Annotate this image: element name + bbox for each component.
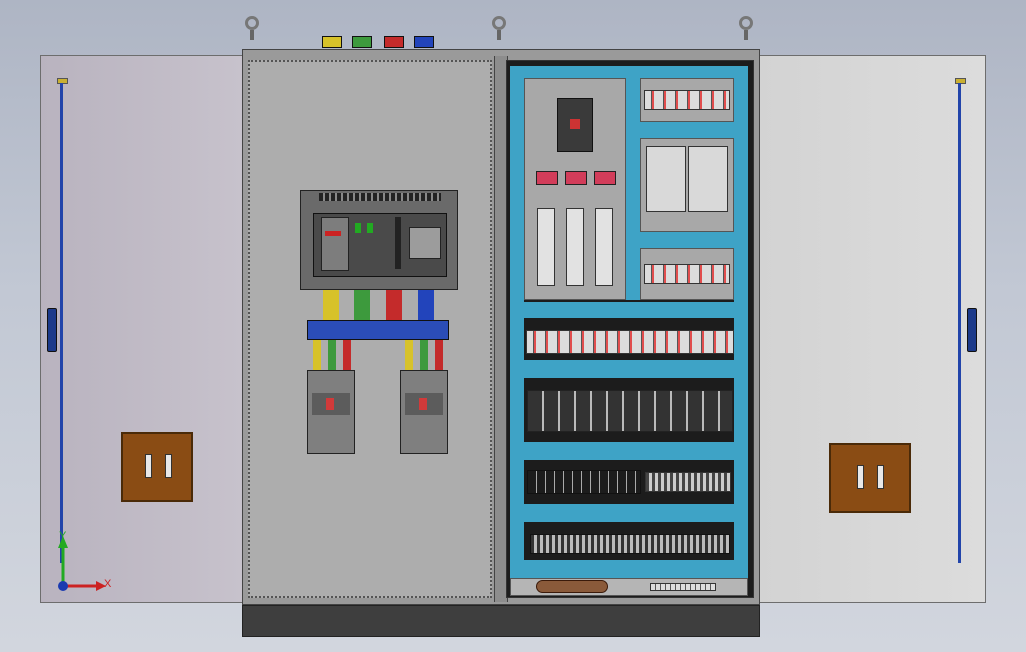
- terminal-block-row-1: [526, 330, 734, 354]
- fuse-holder-3[interactable]: [595, 208, 613, 286]
- power-supply-1: [646, 146, 686, 212]
- mccb-feeder-2[interactable]: [400, 370, 448, 454]
- fuse-indicator-3: [594, 171, 616, 185]
- neutral-terminal-bar: [650, 583, 716, 591]
- door-locking-rod: [958, 83, 961, 563]
- lifting-eye-right: [739, 16, 753, 30]
- cabinet-plinth: [242, 605, 760, 637]
- z-axis-origin: [58, 581, 68, 591]
- handle-slot: [145, 454, 152, 478]
- terminal-strip-black: [527, 470, 641, 494]
- left-door[interactable]: [40, 55, 244, 603]
- fuse-holder-1[interactable]: [537, 208, 555, 286]
- terminal-block-top: [644, 90, 730, 110]
- fuse-holder-2[interactable]: [566, 208, 584, 286]
- door-locking-rod: [60, 83, 63, 563]
- lifting-eye-left-stem: [250, 30, 254, 40]
- terminal-block-mid: [644, 264, 730, 284]
- lifting-eye-center-stem: [497, 30, 501, 40]
- left-door-handle[interactable]: [121, 432, 193, 502]
- cable-duct-r1: [640, 122, 734, 138]
- mccb-toggle[interactable]: [419, 398, 427, 410]
- acb-nameplate: [409, 227, 441, 259]
- mccb-toggle[interactable]: [326, 398, 334, 410]
- drop-l2-right: [420, 340, 428, 372]
- drop-l1-left: [313, 340, 321, 372]
- handle-slot: [165, 454, 172, 478]
- cable-duct-center: [626, 78, 640, 300]
- cable-duct-h3: [510, 442, 748, 460]
- cable-duct-top: [510, 66, 748, 78]
- y-axis-label: Y: [59, 530, 67, 542]
- drop-l3-right: [435, 340, 443, 372]
- busbar-l2: [354, 290, 370, 322]
- busbar-support: [307, 320, 449, 340]
- acb-trip-unit: [321, 217, 349, 271]
- busbar-n: [418, 290, 434, 322]
- acb-off-button[interactable]: [367, 223, 373, 233]
- cable-duct-bottom: [510, 560, 748, 578]
- busbar-l3: [386, 290, 402, 322]
- fuse-indicator-1: [536, 171, 558, 185]
- mccb-feeder-1[interactable]: [307, 370, 355, 454]
- cable-duct-h2: [510, 360, 748, 378]
- cable-duct-h1: [510, 302, 748, 318]
- relay-bank: [527, 390, 733, 432]
- ground-busbar: [536, 580, 608, 593]
- phase-terminal-l1: [322, 36, 342, 48]
- phase-terminal-l3: [384, 36, 404, 48]
- terminal-strip-bottom: [530, 534, 730, 554]
- main-control-breaker[interactable]: [557, 98, 593, 152]
- drop-l1-right: [405, 340, 413, 372]
- x-axis-label: X: [104, 578, 112, 590]
- door-hinge: [967, 308, 977, 352]
- handle-slot: [877, 465, 884, 489]
- power-supply-2: [688, 146, 728, 212]
- air-circuit-breaker[interactable]: [300, 190, 458, 290]
- right-door[interactable]: [758, 55, 986, 603]
- lifting-eye-center: [492, 16, 506, 30]
- acb-handle[interactable]: [395, 217, 401, 269]
- drop-l3-left: [343, 340, 351, 372]
- cable-duct-left: [510, 78, 524, 560]
- terminal-strip-grey: [645, 472, 731, 492]
- door-hinge: [47, 308, 57, 352]
- cable-duct-right: [734, 78, 748, 560]
- phase-terminal-n: [414, 36, 434, 48]
- cable-duct-h4: [510, 504, 748, 522]
- control-breaker-toggle[interactable]: [570, 119, 580, 129]
- acb-top-vent: [319, 193, 441, 201]
- acb-on-button[interactable]: [355, 223, 361, 233]
- right-door-handle[interactable]: [829, 443, 911, 513]
- acb-indicator-red: [325, 231, 341, 236]
- fuse-indicator-2: [565, 171, 587, 185]
- lifting-eye-left: [245, 16, 259, 30]
- handle-slot: [857, 465, 864, 489]
- lifting-eye-right-stem: [744, 30, 748, 40]
- busbar-l1: [323, 290, 339, 322]
- drop-l2-left: [328, 340, 336, 372]
- phase-terminal-l2: [352, 36, 372, 48]
- cable-duct-r2: [640, 232, 734, 248]
